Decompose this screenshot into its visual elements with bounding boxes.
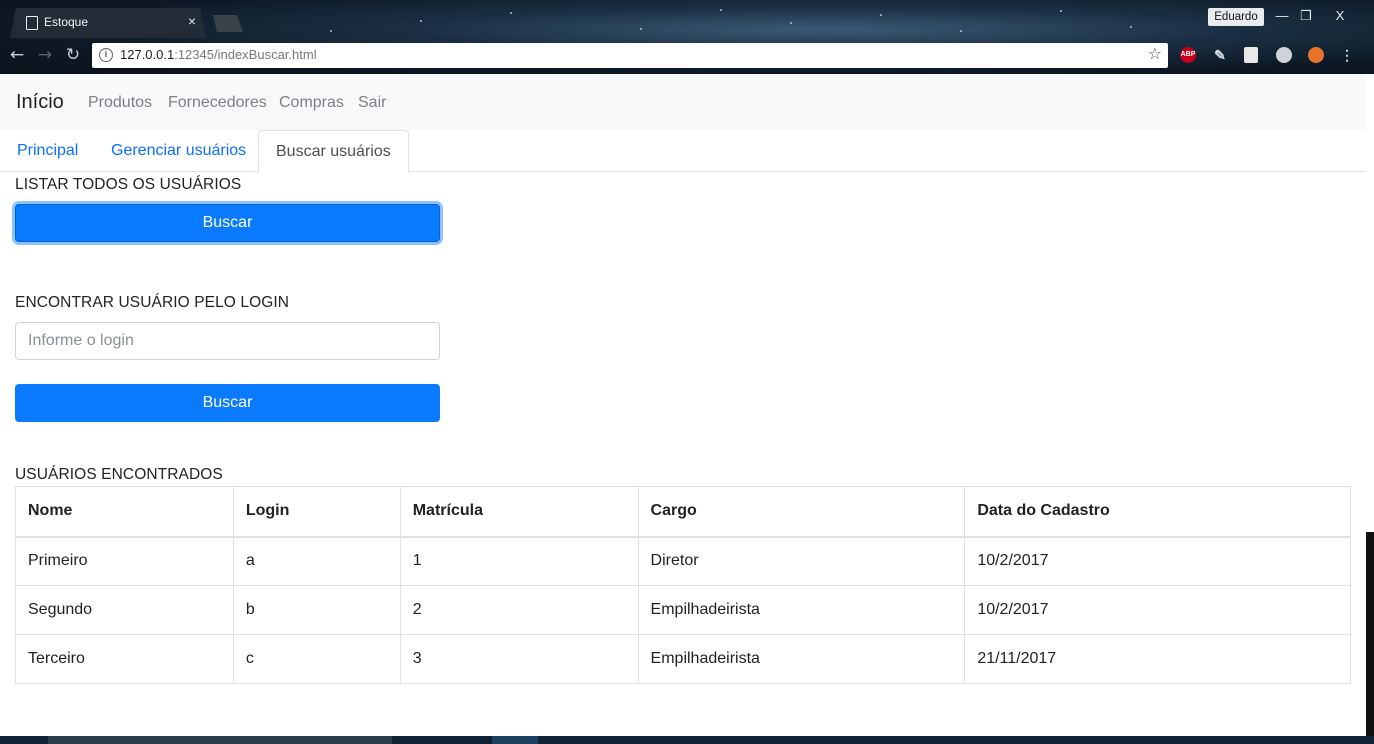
list-all-heading: LISTAR TODOS OS USUÁRIOS [15,176,242,193]
forward-arrow-icon[interactable]: → [34,44,56,66]
cell-data-cadastro: 10/2/2017 [964,585,1351,635]
new-tab-button[interactable] [213,15,243,32]
find-by-login-heading: ENCONTRAR USUÁRIO PELO LOGIN [15,294,290,311]
column-header: Login [232,486,401,538]
cell-nome: Terceiro [15,634,234,684]
top-navbar: Início Produtos Fornecedores Compras Sai… [0,74,1366,130]
column-header: Nome [15,486,234,538]
restore-icon[interactable]: ❐ [1294,5,1318,27]
close-window-icon[interactable]: X [1328,5,1352,27]
table-row: Terceiro c 3 Empilhadeirista 21/11/2017 [15,634,1351,684]
circle-extension-icon[interactable] [1276,47,1292,63]
bookmark-star-icon[interactable]: ☆ [1148,44,1162,63]
cell-matricula: 3 [399,634,639,684]
cell-cargo: Diretor [637,536,966,586]
background-star [420,20,422,22]
taskbar-search-box[interactable] [48,736,392,744]
tab-principal[interactable]: Principal [0,130,95,172]
background-star [960,30,962,32]
navbar-brand[interactable]: Início [16,91,64,114]
cell-nome: Segundo [15,585,234,635]
scrollbar-thumb[interactable] [1366,532,1374,736]
nav-link-sair[interactable]: Sair [358,94,386,112]
pen-extension-icon[interactable]: ✎ [1212,47,1228,63]
cell-login: c [232,634,401,684]
background-star [720,9,722,11]
list-all-search-button[interactable]: Buscar [15,204,440,242]
address-bar[interactable]: i 127.0.0.1:12345/indexBuscar.html ☆ [92,43,1168,68]
profile-button[interactable]: Eduardo [1208,8,1264,26]
page-favicon-icon [26,16,38,30]
orange-extension-icon[interactable] [1308,47,1324,63]
column-header: Cargo [637,486,966,538]
cell-nome: Primeiro [15,536,234,586]
cell-login: b [232,585,401,635]
cell-data-cadastro: 10/2/2017 [964,536,1351,586]
url-text: 127.0.0.1:12345/indexBuscar.html [120,47,317,62]
table-header-row: Nome Login Matrícula Cargo Data do Cadas… [15,486,1351,538]
nav-link-produtos[interactable]: Produtos [88,94,152,112]
browser-tab-estoque[interactable]: Estoque × [10,8,206,38]
nav-link-fornecedores[interactable]: Fornecedores [168,94,267,112]
cell-cargo: Empilhadeirista [637,634,966,684]
background-star [880,14,882,16]
login-search-button[interactable]: Buscar [15,384,440,422]
results-heading: USUÁRIOS ENCONTRADOS [15,466,223,483]
background-star [1130,26,1132,28]
minimize-icon[interactable]: — [1270,5,1294,27]
tab-bar: Principal Gerenciar usuários Buscar usuá… [0,130,1366,173]
cell-matricula: 2 [399,585,639,635]
cell-login: a [232,536,401,586]
reader-extension-icon[interactable] [1244,47,1258,63]
browser-tab-title: Estoque [44,15,89,29]
results-table: Nome Login Matrícula Cargo Data do Cadas… [15,486,1351,684]
background-star [640,28,642,30]
nav-link-compras[interactable]: Compras [279,94,344,112]
background-star [1060,10,1062,12]
cell-matricula: 1 [399,536,639,586]
column-header: Data do Cadastro [964,486,1351,538]
site-info-icon[interactable]: i [99,48,113,62]
background-star [330,30,332,32]
browser-chrome: Estoque × Eduardo — ❐ X ← → ↻ i 127.0.0.… [0,0,1374,74]
back-arrow-icon[interactable]: ← [6,44,28,66]
menu-kebab-icon[interactable]: ⋮ [1340,47,1354,63]
login-search-input[interactable] [15,322,440,360]
column-header: Matrícula [399,486,639,538]
cell-data-cadastro: 21/11/2017 [964,634,1351,684]
taskbar-active-app[interactable] [492,736,538,744]
adblock-plus-icon[interactable]: ABP [1180,47,1196,63]
cell-cargo: Empilhadeirista [637,585,966,635]
reload-icon[interactable]: ↻ [62,44,84,66]
close-tab-icon[interactable]: × [188,13,196,29]
table-row: Primeiro a 1 Diretor 10/2/2017 [15,536,1351,586]
table-row: Segundo b 2 Empilhadeirista 10/2/2017 [15,585,1351,635]
tab-buscar-usuarios[interactable]: Buscar usuários [258,130,409,173]
background-star [790,22,792,24]
background-star [510,12,512,14]
page: Início Produtos Fornecedores Compras Sai… [0,74,1366,736]
tab-gerenciar-usuarios[interactable]: Gerenciar usuários [94,130,263,172]
os-taskbar [0,736,1374,744]
